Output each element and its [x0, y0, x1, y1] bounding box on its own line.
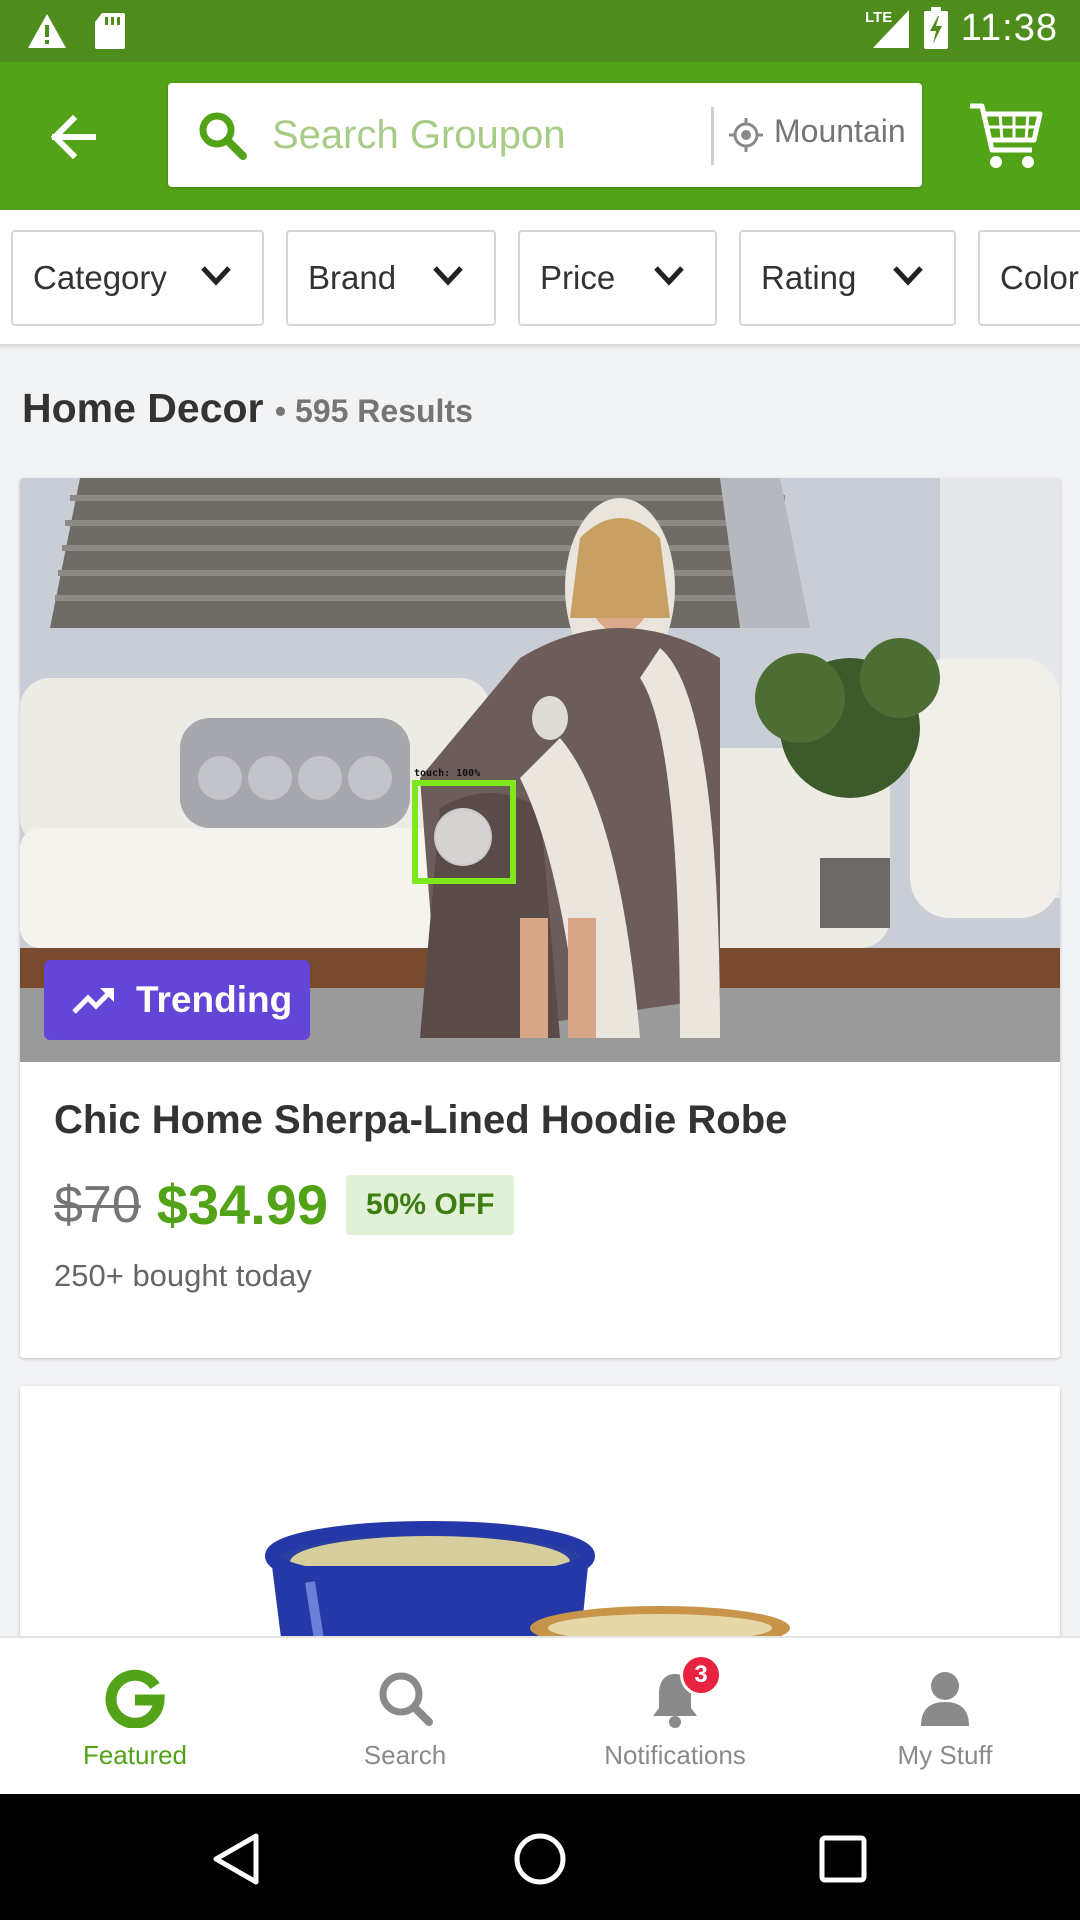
nav-notifications[interactable]: Notifications: [540, 1638, 810, 1796]
nav-label: Search: [363, 1740, 447, 1770]
app-bar: Mountain View: [0, 62, 1080, 210]
notification-badge: 3: [680, 1654, 722, 1696]
trending-badge: Trending: [44, 960, 310, 1040]
discount-badge: 50% OFF: [346, 1174, 515, 1235]
filter-label: Brand: [308, 259, 397, 296]
chevron-down-icon: [433, 266, 463, 286]
category-title: Home Decor: [22, 385, 264, 431]
sale-price: $34.99: [156, 1173, 329, 1236]
filter-label: Color: [1000, 259, 1079, 296]
filter-bar: Category Brand Price Rating Color: [0, 210, 1080, 346]
chevron-down-icon: [893, 266, 923, 286]
touch-label: touch: 100%: [414, 768, 481, 779]
filter-rating[interactable]: Rating: [739, 230, 956, 326]
sd-card-icon: [95, 13, 125, 49]
bottom-navigation: Featured Search Notifications My Stuff: [0, 1636, 1080, 1794]
bought-count: 250+ bought today: [54, 1258, 312, 1293]
filter-price[interactable]: Price: [518, 230, 717, 326]
search-icon: [199, 112, 247, 160]
back-triangle-icon[interactable]: [208, 1830, 266, 1888]
nav-label: My Stuff: [897, 1740, 993, 1770]
warning-icon: [28, 14, 66, 48]
deal-image[interactable]: [20, 1386, 1060, 1646]
back-button[interactable]: [38, 102, 108, 172]
results-count: • 595 Results: [274, 393, 473, 429]
deal-card[interactable]: [20, 1386, 1060, 1646]
filter-color[interactable]: Color: [978, 230, 1080, 326]
recents-square-icon[interactable]: [814, 1830, 872, 1888]
network-label: LTE: [865, 9, 892, 26]
trending-up-icon: [72, 988, 114, 1014]
cart-icon: [970, 103, 1043, 168]
filter-brand[interactable]: Brand: [286, 230, 496, 326]
nav-label: Notifications: [604, 1740, 746, 1770]
chevron-down-icon: [201, 266, 231, 286]
status-bar: LTE 11:38: [0, 0, 1080, 62]
original-price: $70: [54, 1175, 141, 1234]
deal-title[interactable]: Chic Home Sherpa-Lined Hoodie Robe: [54, 1098, 787, 1143]
search-bar[interactable]: Mountain View: [168, 83, 922, 187]
filter-label: Rating: [761, 259, 857, 296]
nav-my-stuff[interactable]: My Stuff: [810, 1638, 1080, 1796]
person-icon: [921, 1672, 969, 1726]
status-time: 11:38: [960, 6, 1058, 49]
system-navigation-bar: [0, 1794, 1080, 1920]
filter-category[interactable]: Category: [11, 230, 264, 326]
chevron-down-icon: [654, 266, 684, 286]
search-divider: [711, 107, 714, 165]
battery-charging-icon: [923, 7, 948, 49]
nav-featured[interactable]: Featured: [0, 1638, 270, 1796]
location-field[interactable]: Mountain View: [774, 113, 912, 150]
search-input[interactable]: [272, 105, 712, 165]
cart-button[interactable]: [968, 100, 1044, 172]
touch-point: [434, 808, 492, 866]
price-row: $70 $34.99 50% OFF: [54, 1172, 515, 1237]
signal-icon: LTE: [865, 9, 909, 48]
search-icon: [379, 1672, 433, 1726]
groupon-g-icon: [105, 1669, 165, 1728]
nav-search[interactable]: Search: [270, 1638, 540, 1796]
deal-card[interactable]: touch: 100% Trending Chic Home Sherpa-Li…: [20, 478, 1060, 1358]
home-circle-icon[interactable]: [511, 1830, 569, 1888]
trending-label: Trending: [136, 979, 293, 1020]
location-icon: [729, 118, 763, 152]
filter-label: Category: [33, 259, 167, 296]
results-header: Home Decor • 595 Results: [22, 385, 473, 432]
nav-label: Featured: [82, 1740, 188, 1770]
arrow-back-icon: [50, 115, 96, 159]
filter-label: Price: [540, 259, 616, 296]
